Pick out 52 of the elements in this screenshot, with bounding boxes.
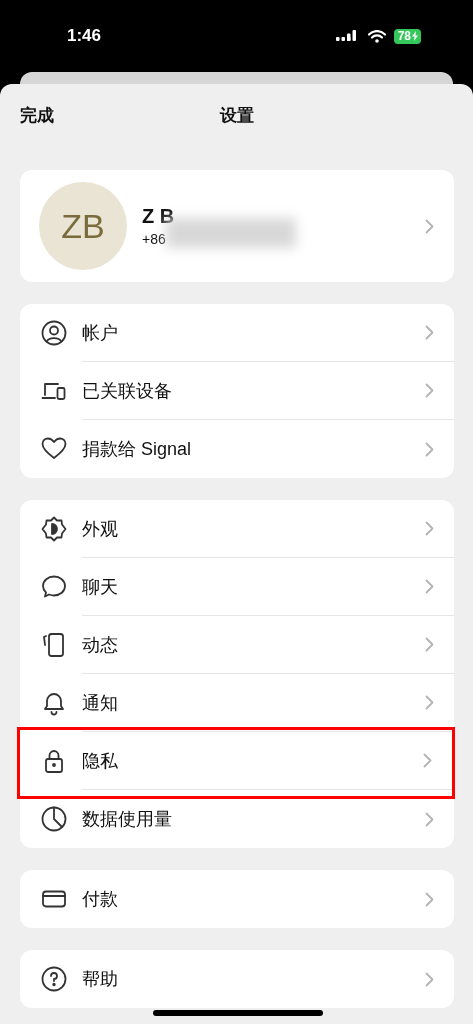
row-label: 帐户	[82, 321, 118, 345]
row-label: 已关联设备	[82, 379, 172, 403]
chevron-icon	[425, 441, 434, 457]
row-label: 帮助	[82, 968, 118, 991]
phone-icon	[41, 632, 67, 658]
row-label: 外观	[82, 517, 118, 541]
chevron-icon	[425, 521, 434, 536]
chevron-icon	[425, 218, 434, 234]
pie-chart-icon	[41, 806, 67, 832]
settings-row[interactable]: 隐私	[20, 732, 452, 790]
battery-indicator: 78	[393, 28, 421, 44]
chevron-icon	[425, 383, 434, 398]
status-time: 1:46	[67, 26, 102, 46]
row-label: 付款	[82, 888, 118, 911]
settings-row[interactable]: 外观	[20, 500, 454, 558]
heart-icon	[41, 436, 67, 462]
appearance-icon	[41, 516, 67, 542]
chevron-icon	[423, 753, 432, 768]
person-circle-icon	[41, 320, 67, 346]
settings-row[interactable]: 聊天	[20, 558, 454, 616]
chevron-icon	[425, 695, 434, 710]
page-title: 设置	[220, 104, 254, 127]
chevron-icon	[425, 971, 434, 987]
help-icon	[41, 966, 67, 992]
settings-row[interactable]: 付款	[20, 870, 454, 928]
settings-row[interactable]: 帮助	[20, 950, 454, 1008]
phone-number: +86	[142, 230, 166, 247]
row-label: 捐款给 Signal	[82, 438, 192, 461]
chat-bubble-icon	[41, 574, 67, 600]
settings-row[interactable]: 动态	[20, 616, 454, 674]
settings-row[interactable]: 通知	[20, 674, 454, 732]
chevron-icon	[425, 579, 434, 594]
charging-bolt-icon	[412, 31, 418, 41]
chevron-icon	[425, 891, 434, 907]
row-label: 通知	[82, 691, 118, 715]
profile-name: Z B	[142, 204, 176, 228]
settings-row[interactable]: 已关联设备	[20, 362, 454, 420]
settings-row[interactable]: 帐户	[20, 304, 454, 362]
settings-row[interactable]: 捐款给 Signal	[20, 420, 454, 478]
chevron-icon	[425, 637, 434, 652]
row-label: 聊天	[82, 575, 118, 599]
chevron-icon	[425, 325, 434, 340]
avatar: ZB	[39, 182, 127, 270]
row-label: 隐私	[82, 749, 118, 773]
done-button[interactable]: 完成	[20, 103, 54, 127]
row-label: 数据使用量	[82, 808, 172, 831]
settings-row[interactable]: 数据使用量	[20, 790, 454, 848]
row-label: 动态	[82, 633, 118, 657]
bell-icon	[41, 690, 67, 716]
profile-card[interactable]: ZB Z B +86	[20, 170, 454, 282]
chevron-icon	[425, 811, 434, 827]
wifi-icon	[367, 29, 386, 43]
